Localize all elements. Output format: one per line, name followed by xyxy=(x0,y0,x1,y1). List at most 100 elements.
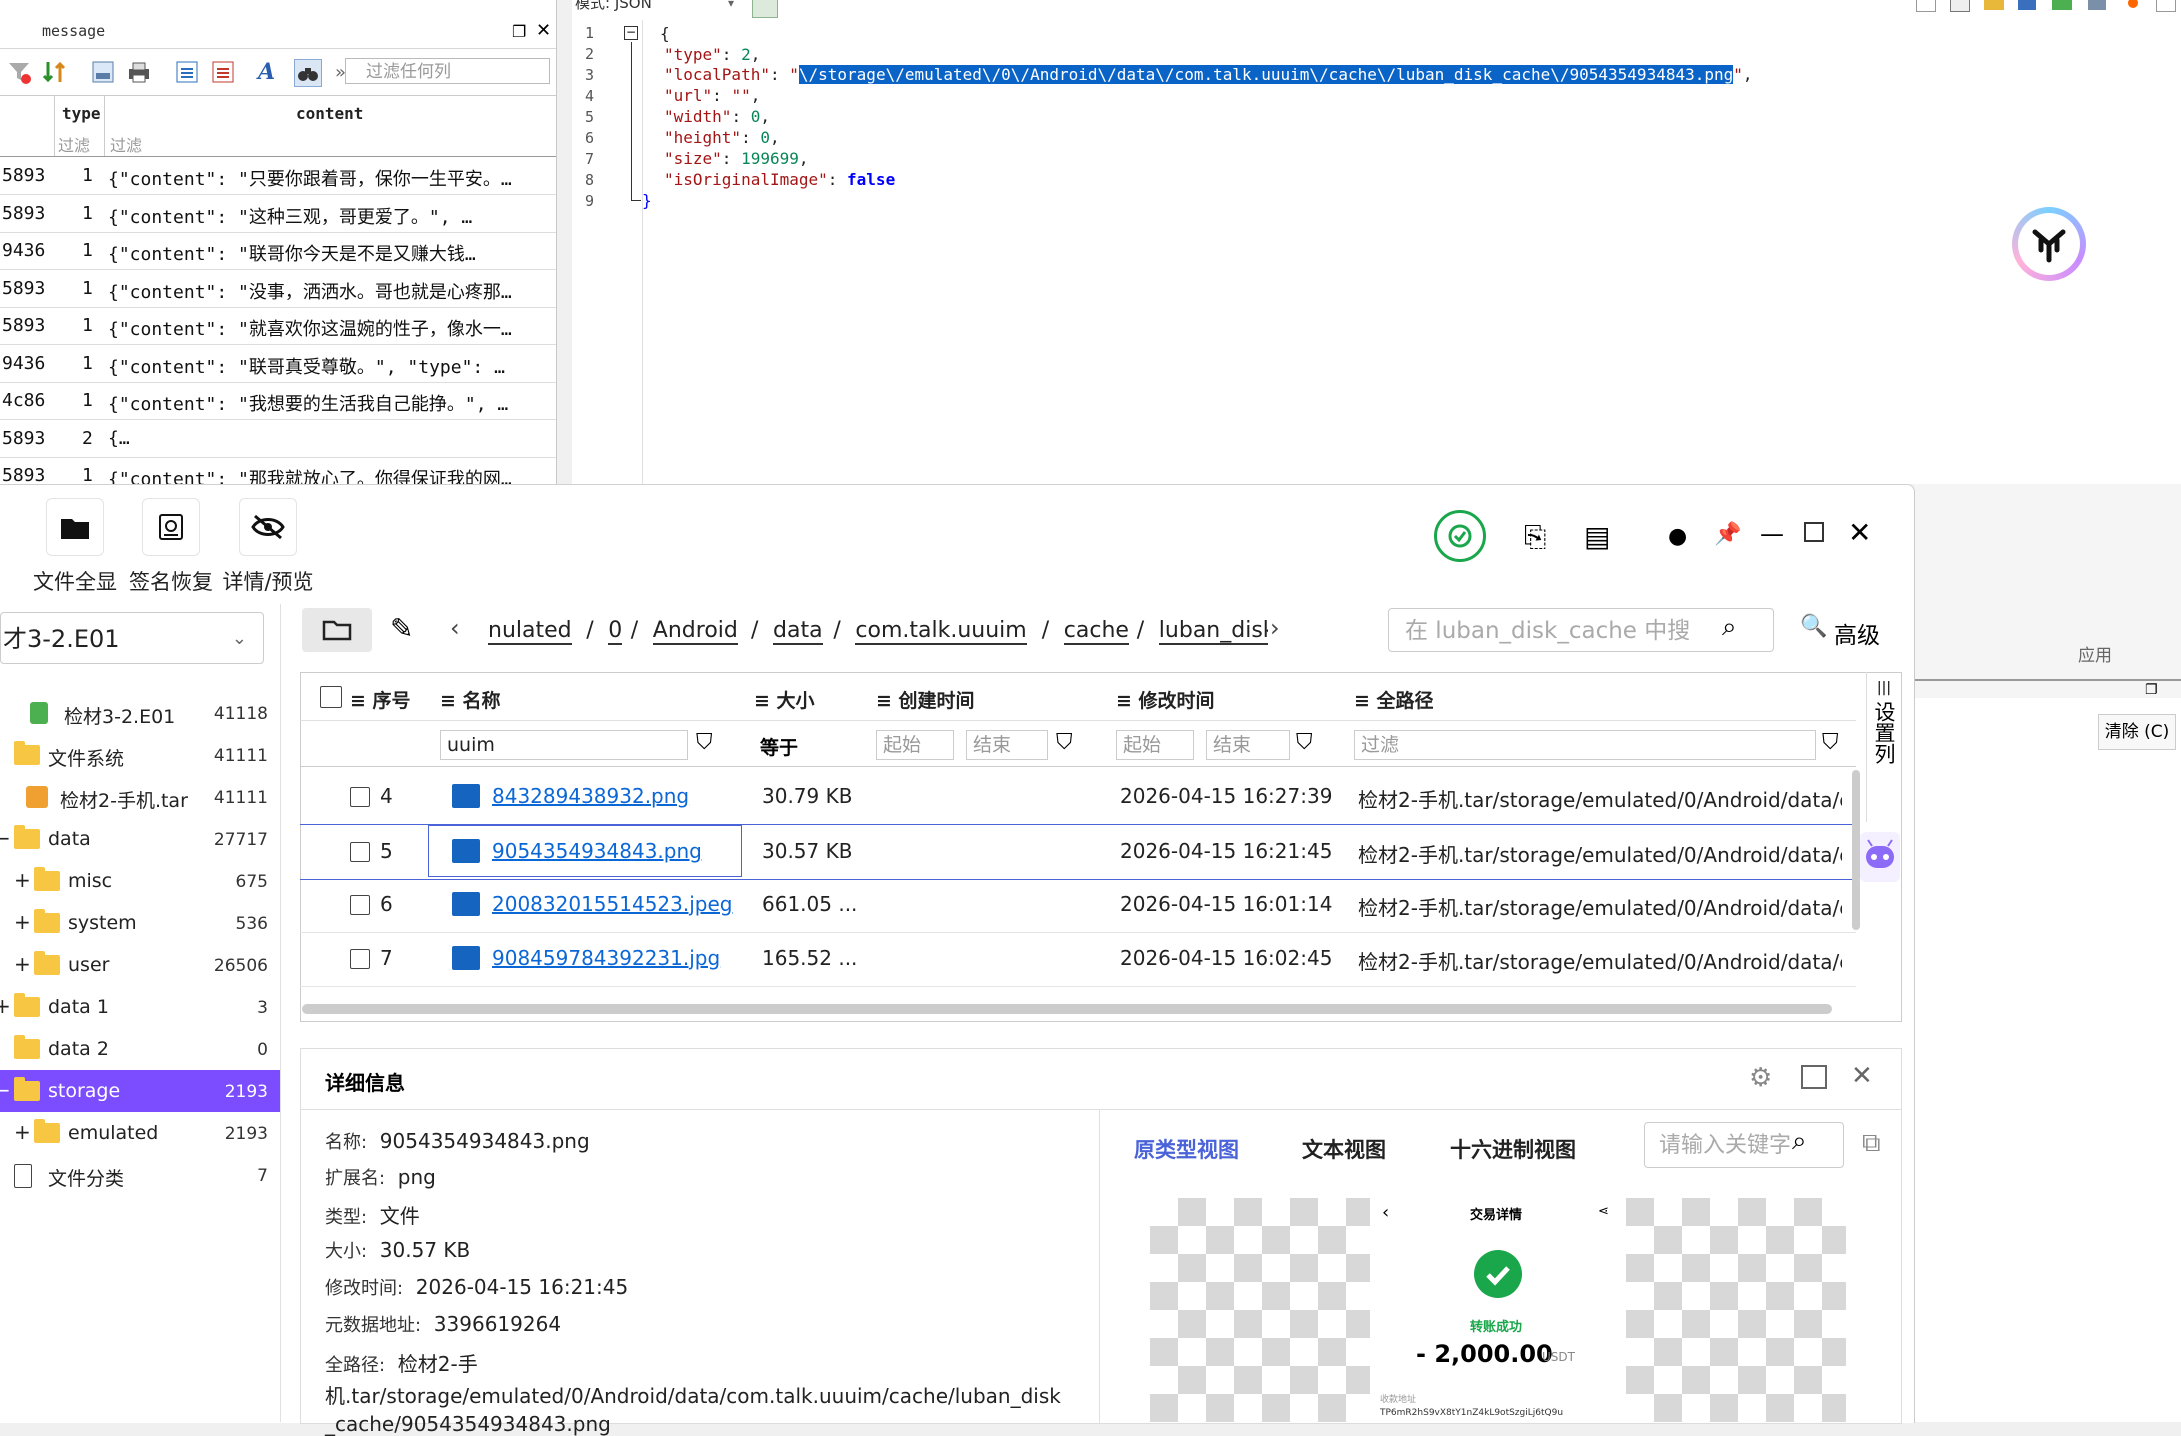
table-row[interactable]: 6 200832015514523.jpeg 661.05 ... 2026-04-1… xyxy=(300,878,1856,933)
modified-end-input[interactable]: 结束 xyxy=(1206,730,1290,760)
modified-filter-icon[interactable]: ⛉ xyxy=(1296,730,1313,755)
tree-item[interactable]: 检材2-手机.tar 41111 xyxy=(0,776,280,818)
restore-icon-2[interactable]: ❐ xyxy=(2145,682,2158,698)
column-type-header[interactable]: type xyxy=(62,104,101,123)
camera-icon[interactable] xyxy=(2088,0,2106,10)
doc-icon[interactable] xyxy=(1916,0,1936,12)
vertical-scrollbar[interactable] xyxy=(1852,770,1860,930)
tree-item[interactable]: + user 26506 xyxy=(0,944,280,986)
tree-expander-icon[interactable]: − xyxy=(0,1078,11,1102)
breadcrumb-item[interactable]: Android xyxy=(652,618,738,645)
message-filter-input[interactable]: 过滤任何列 xyxy=(345,58,550,84)
tree-item[interactable]: 文件系统 41111 xyxy=(0,734,280,776)
row-checkbox[interactable] xyxy=(350,949,370,969)
ai-assistant-icon[interactable] xyxy=(1860,832,1900,882)
tree-item[interactable]: + data 1 3 xyxy=(0,986,280,1028)
info-icon[interactable] xyxy=(2156,0,2176,12)
col-path[interactable]: ≡ 全路径 xyxy=(1354,686,1434,713)
tree-expander-icon[interactable]: + xyxy=(14,868,31,892)
col-no[interactable]: ≡ 序号 xyxy=(350,686,411,713)
binoculars-icon[interactable] xyxy=(294,59,322,87)
export-green-icon[interactable] xyxy=(2052,0,2072,10)
assistant-badge-icon[interactable] xyxy=(2012,207,2086,281)
message-row[interactable]: 5893 1 {"content": "那我就放心了。你得保证我的网… xyxy=(0,457,556,484)
breadcrumb-item[interactable]: data xyxy=(773,618,823,645)
settings-columns-button[interactable]: ||| 设置列 xyxy=(1866,672,1901,822)
col-created[interactable]: ≡ 创建时间 xyxy=(876,686,975,713)
path-filter-input[interactable]: 过滤 xyxy=(1354,730,1816,760)
breadcrumb-back-icon[interactable]: ‹ xyxy=(450,614,460,642)
mode-dropdown-icon[interactable]: ▾ xyxy=(728,0,734,10)
maximize-icon[interactable] xyxy=(1804,522,1824,542)
tree-expander-icon[interactable]: + xyxy=(0,994,11,1018)
message-row[interactable]: 9436 1 {"content": "联哥你今天是不是又赚大钱… xyxy=(0,232,556,270)
minimize-icon[interactable]: — xyxy=(1760,520,1784,548)
print-icon[interactable] xyxy=(126,59,152,85)
clear-button[interactable]: 清除 (C) xyxy=(2098,714,2176,750)
row-checkbox[interactable] xyxy=(350,842,370,862)
message-row[interactable]: 5893 2 {… xyxy=(0,420,556,458)
table-row[interactable]: 7 908459784392231.jpg 165.52 ... 2026-04-15… xyxy=(300,932,1856,987)
close-icon[interactable]: ✕ xyxy=(536,20,551,41)
tree-expander-icon[interactable]: + xyxy=(14,952,31,976)
type-filter[interactable]: 过滤 xyxy=(58,132,90,156)
message-row[interactable]: 5893 1 {"content": "只要你跟着哥，保你一生平安。… xyxy=(0,157,556,195)
edit-path-icon[interactable]: ✎ xyxy=(390,612,413,645)
created-end-input[interactable]: 结束 xyxy=(966,730,1048,760)
message-row[interactable]: 5893 1 {"content": "就喜欢你这温婉的性子，像水一… xyxy=(0,307,556,345)
file-name-link[interactable]: 908459784392231.jpg xyxy=(492,946,720,970)
details-preview-button[interactable]: 详情/预览 xyxy=(220,498,316,596)
tab-hex-view[interactable]: 十六进制视图 xyxy=(1450,1134,1576,1164)
message-row[interactable]: 4c86 1 {"content": "我想要的生活我自己能挣。", … xyxy=(0,382,556,420)
column-content-header[interactable]: content xyxy=(296,104,363,123)
tree-item[interactable]: 检材3-2.E01 41118 xyxy=(0,692,280,734)
search-input[interactable]: 在 luban_disk_cache 中搜 xyxy=(1388,608,1774,652)
message-row[interactable]: 9436 1 {"content": "联哥真受尊敬。", "type": … xyxy=(0,345,556,383)
tree-item[interactable]: − data 27717 xyxy=(0,818,280,860)
show-all-files-button[interactable]: 文件全显 xyxy=(30,498,120,596)
open-folder-icon[interactable] xyxy=(1984,0,2004,10)
file-name-link[interactable]: 843289438932.png xyxy=(492,784,689,808)
open-external-icon[interactable]: ⧉ xyxy=(1862,1128,1881,1159)
user-icon[interactable]: ● xyxy=(1668,524,1687,549)
breadcrumb-item[interactable]: 0 xyxy=(608,618,623,645)
apply-button[interactable]: 应用 xyxy=(2078,641,2112,666)
advanced-search-icon[interactable]: 🔍 xyxy=(1800,614,1827,639)
fold-icon[interactable]: − xyxy=(624,26,638,40)
path-filter-icon[interactable]: ⛉ xyxy=(1822,730,1839,755)
row-checkbox[interactable] xyxy=(350,787,370,807)
tree-item[interactable]: + emulated 2193 xyxy=(0,1112,280,1154)
tree-item[interactable]: data 2 0 xyxy=(0,1028,280,1070)
sort-icon[interactable] xyxy=(42,59,68,85)
col-modified[interactable]: ≡ 修改时间 xyxy=(1116,686,1215,713)
file-name-link[interactable]: 200832015514523.jpeg xyxy=(492,892,732,916)
close-window-icon[interactable]: ✕ xyxy=(1848,516,1871,549)
case-select[interactable]: 才3-2.E01 ⌄ xyxy=(0,612,264,664)
created-filter-icon[interactable]: ⛉ xyxy=(1056,730,1073,755)
breadcrumb-forward-icon[interactable]: › xyxy=(1270,614,1280,642)
import-icon[interactable] xyxy=(174,59,200,85)
page-icon[interactable] xyxy=(90,59,116,85)
export-file-icon[interactable]: ⎘ xyxy=(1524,520,1546,554)
report-icon[interactable]: ▤ xyxy=(1584,520,1610,553)
settings-gear-icon[interactable]: ⚙ xyxy=(1749,1063,1772,1093)
save-icon[interactable] xyxy=(2018,0,2036,10)
tree-expander-icon[interactable]: − xyxy=(0,826,11,850)
tab-text-view[interactable]: 文本视图 xyxy=(1302,1134,1386,1164)
tree-item[interactable]: + system 536 xyxy=(0,902,280,944)
signature-recovery-button[interactable]: 签名恢复 xyxy=(126,498,216,596)
select-all-checkbox[interactable] xyxy=(320,686,342,708)
tree-item[interactable]: + misc 675 xyxy=(0,860,280,902)
list-icon[interactable] xyxy=(1950,0,1970,12)
breadcrumb-item[interactable]: com.talk.uuuim xyxy=(855,618,1027,645)
restore-icon[interactable]: ❐ xyxy=(512,22,526,41)
folder-nav-button[interactable] xyxy=(302,608,372,652)
preview-search-input[interactable]: 请输入关键字 xyxy=(1644,1122,1844,1168)
modified-start-input[interactable]: 起始 xyxy=(1116,730,1194,760)
row-checkbox[interactable] xyxy=(350,895,370,915)
shield-check-icon[interactable] xyxy=(1434,510,1486,562)
name-filter-icon[interactable]: ⛉ xyxy=(696,730,713,755)
message-row[interactable]: 5893 1 {"content": "没事，洒洒水。哥也就是心疼那… xyxy=(0,270,556,308)
refresh-icon[interactable] xyxy=(752,0,778,18)
preview-search-icon[interactable]: ⌕ xyxy=(1792,1126,1807,1157)
